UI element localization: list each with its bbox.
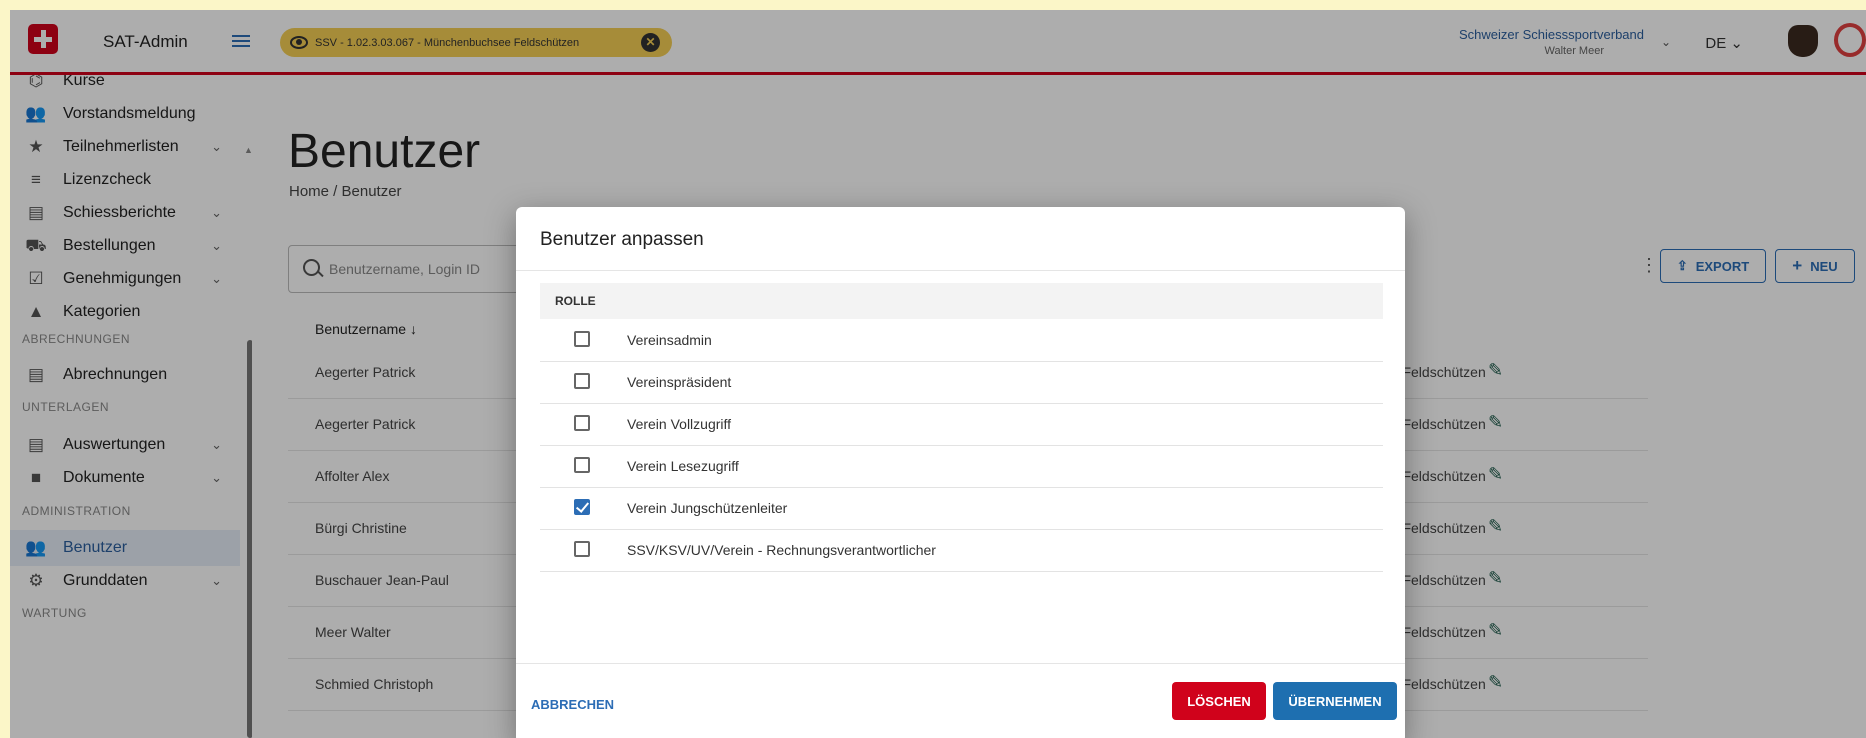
- role-label: Verein Jungschützenleiter: [627, 500, 788, 516]
- role-checkbox[interactable]: [574, 373, 590, 389]
- divider: [516, 270, 1405, 271]
- role-label: SSV/KSV/UV/Verein - Rechnungsverantwortl…: [627, 542, 936, 558]
- cancel-button[interactable]: ABBRECHEN: [531, 697, 614, 712]
- dialog-title: Benutzer anpassen: [540, 229, 704, 250]
- role-checkbox[interactable]: [574, 541, 590, 557]
- role-row-vereinspraesident[interactable]: Vereinspräsident: [540, 361, 1383, 404]
- app-window: SAT-Admin SSV - 1.02.3.03.067 - Münchenb…: [10, 10, 1866, 738]
- role-column-label: ROLLE: [555, 294, 596, 308]
- divider: [516, 663, 1405, 664]
- role-label: Vereinspräsident: [627, 374, 732, 390]
- role-checkbox[interactable]: [574, 457, 590, 473]
- role-row-vereinsadmin[interactable]: Vereinsadmin: [540, 319, 1383, 362]
- role-column-header: ROLLE: [540, 283, 1383, 319]
- role-checkbox[interactable]: [574, 415, 590, 431]
- role-checkbox[interactable]: [574, 331, 590, 347]
- role-row-verein-vollzugriff[interactable]: Verein Vollzugriff: [540, 403, 1383, 446]
- role-label: Vereinsadmin: [627, 332, 712, 348]
- role-checkbox-checked[interactable]: [574, 499, 590, 515]
- role-row-verein-lesezugriff[interactable]: Verein Lesezugriff: [540, 445, 1383, 488]
- edit-user-dialog: Benutzer anpassen ROLLE Vereinsadmin Ver…: [516, 207, 1405, 738]
- role-row-rechnungsverantwortlicher[interactable]: SSV/KSV/UV/Verein - Rechnungsverantwortl…: [540, 529, 1383, 572]
- delete-button[interactable]: LÖSCHEN: [1172, 682, 1266, 720]
- role-row-verein-jungschuetzenleiter[interactable]: Verein Jungschützenleiter: [540, 487, 1383, 530]
- role-label: Verein Vollzugriff: [627, 416, 732, 432]
- apply-button[interactable]: ÜBERNEHMEN: [1273, 682, 1397, 720]
- role-label: Verein Lesezugriff: [627, 458, 739, 474]
